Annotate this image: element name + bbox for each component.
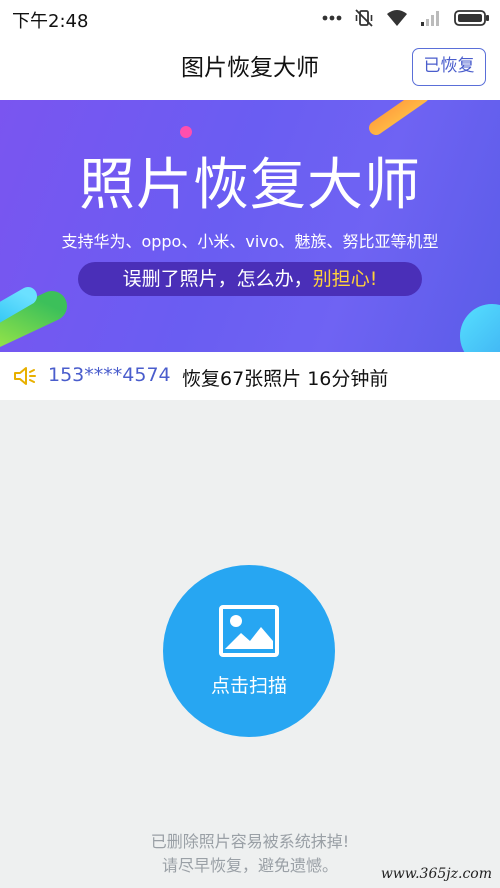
speaker-icon bbox=[14, 367, 36, 385]
ticker-phone: 153****4574 bbox=[48, 364, 171, 386]
recovery-ticker: 153****4574 恢复67张照片 16分钟前 bbox=[0, 352, 500, 400]
scan-label: 点击扫描 bbox=[210, 675, 287, 697]
app-header: 图片恢复大师 已恢复 bbox=[0, 36, 500, 100]
wifi-icon bbox=[387, 10, 407, 26]
mute-vibrate-icon bbox=[355, 9, 373, 27]
status-time: 下午2:48 bbox=[12, 11, 89, 32]
more-dots-icon bbox=[322, 15, 342, 21]
promo-banner: 照片恢复大师 支持华为、oppo、小米、vivo、魅族、努比亚等机型 误删了照片… bbox=[0, 100, 500, 352]
footer-warning: 已删除照片容易被系统抹掉! bbox=[150, 832, 350, 851]
ticker-message: 恢复67张照片 16分钟前 bbox=[182, 368, 389, 390]
image-icon bbox=[219, 605, 279, 657]
banner-decoration bbox=[0, 100, 500, 352]
banner-subtitle: 支持华为、oppo、小米、vivo、魅族、努比亚等机型 bbox=[61, 232, 439, 251]
slogan-highlight: 别担心! bbox=[312, 268, 378, 290]
watermark: www.365jz.com bbox=[380, 866, 492, 882]
status-bar: 下午2:48 bbox=[0, 0, 500, 36]
banner-slogan: 误删了照片，怎么办，别担心! bbox=[78, 262, 422, 296]
signal-icon bbox=[421, 11, 439, 26]
slogan-text: 误删了照片，怎么办， bbox=[122, 268, 313, 290]
scan-button[interactable]: 点击扫描 bbox=[163, 565, 335, 737]
recovered-button[interactable]: 已恢复 bbox=[412, 48, 486, 86]
status-icons bbox=[322, 6, 490, 30]
battery-icon bbox=[454, 10, 489, 26]
banner-title: 照片恢复大师 bbox=[79, 153, 421, 218]
